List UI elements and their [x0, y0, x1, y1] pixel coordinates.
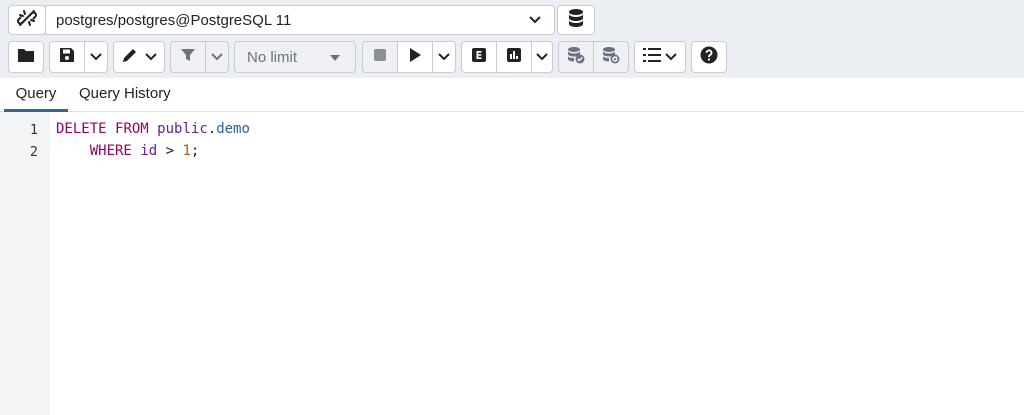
- macros-button[interactable]: [634, 41, 686, 73]
- file-group: [8, 41, 44, 73]
- tab-query-history[interactable]: Query History: [79, 78, 171, 112]
- semicolon: ;: [190, 143, 200, 159]
- chevron-down-icon: [528, 12, 542, 29]
- edit-pen-icon: [121, 46, 139, 69]
- tab-query[interactable]: Query: [4, 78, 68, 112]
- rollback-button[interactable]: [593, 41, 629, 73]
- new-connection-button[interactable]: [557, 5, 595, 35]
- operator: >: [165, 143, 175, 159]
- execute-button[interactable]: [397, 41, 433, 73]
- connection-label: postgres/postgres@PostgreSQL 11: [56, 11, 292, 29]
- chevron-down-icon: [145, 48, 157, 66]
- execute-options-button[interactable]: [432, 41, 456, 73]
- caret-down-icon: [329, 49, 341, 66]
- save-icon: [59, 47, 75, 68]
- unlink-icon: [17, 8, 37, 33]
- help-icon: [700, 46, 718, 69]
- open-file-button[interactable]: [8, 41, 44, 73]
- number-literal: 1: [182, 143, 191, 159]
- line-number: 1: [29, 122, 38, 138]
- chevron-down-icon: [90, 48, 102, 66]
- macros-list-icon: [643, 47, 661, 68]
- connection-status-button[interactable]: [8, 5, 46, 35]
- commit-button[interactable]: [558, 41, 594, 73]
- filter-group: [170, 41, 229, 73]
- sql-keyword: DELETE: [56, 121, 107, 137]
- chevron-down-icon: [665, 48, 677, 66]
- chevron-down-icon: [536, 48, 548, 66]
- sql-keyword: FROM: [115, 121, 149, 137]
- code-line[interactable]: DELETE FROM public.demo: [56, 121, 250, 137]
- row-limit-select[interactable]: No limit: [234, 41, 356, 73]
- sql-editor[interactable]: 1 2 DELETE FROM public.demo WHERE id > 1…: [0, 112, 1024, 415]
- database-icon: [567, 8, 585, 33]
- filter-button[interactable]: [170, 41, 206, 73]
- open-file-icon: [17, 47, 35, 68]
- help-group: [691, 41, 727, 73]
- execute-group: [362, 41, 456, 73]
- line-number: 2: [29, 144, 38, 160]
- execute-icon: [408, 47, 422, 68]
- rollback-icon: [601, 46, 621, 69]
- filter-icon: [180, 47, 196, 68]
- row-limit-value: No limit: [247, 48, 298, 66]
- transaction-group: [558, 41, 629, 73]
- explain-button[interactable]: [461, 41, 497, 73]
- line-number-gutter: 1 2: [0, 112, 50, 415]
- save-button[interactable]: [49, 41, 85, 73]
- help-button[interactable]: [691, 41, 727, 73]
- explain-group: [461, 41, 553, 73]
- stop-button[interactable]: [362, 41, 398, 73]
- stop-icon: [373, 48, 387, 67]
- schema-name: public: [157, 121, 208, 137]
- filter-options-button[interactable]: [205, 41, 229, 73]
- edit-group: [113, 41, 165, 73]
- explain-analyze-icon: [506, 47, 522, 68]
- explain-options-button[interactable]: [531, 41, 553, 73]
- column-name: id: [140, 143, 158, 159]
- edit-options-button[interactable]: [113, 41, 165, 73]
- chevron-down-icon: [211, 48, 223, 66]
- sql-keyword: WHERE: [89, 143, 132, 159]
- save-options-button[interactable]: [84, 41, 108, 73]
- code-line[interactable]: WHERE id > 1;: [56, 143, 200, 159]
- explain-icon: [471, 47, 487, 68]
- dot-operator: .: [207, 121, 217, 137]
- chevron-down-icon: [438, 48, 450, 66]
- toolbar-area: postgres/postgres@PostgreSQL 11 No limit: [0, 0, 1024, 78]
- table-name: demo: [216, 121, 250, 137]
- macros-group: [634, 41, 686, 73]
- query-toolbar: No limit: [8, 41, 732, 73]
- connection-bar: postgres/postgres@PostgreSQL 11: [8, 5, 595, 35]
- commit-icon: [566, 46, 586, 69]
- connection-select[interactable]: postgres/postgres@PostgreSQL 11: [45, 5, 555, 35]
- save-group: [49, 41, 108, 73]
- query-tabs: Query Query History: [0, 78, 1024, 112]
- explain-analyze-button[interactable]: [496, 41, 532, 73]
